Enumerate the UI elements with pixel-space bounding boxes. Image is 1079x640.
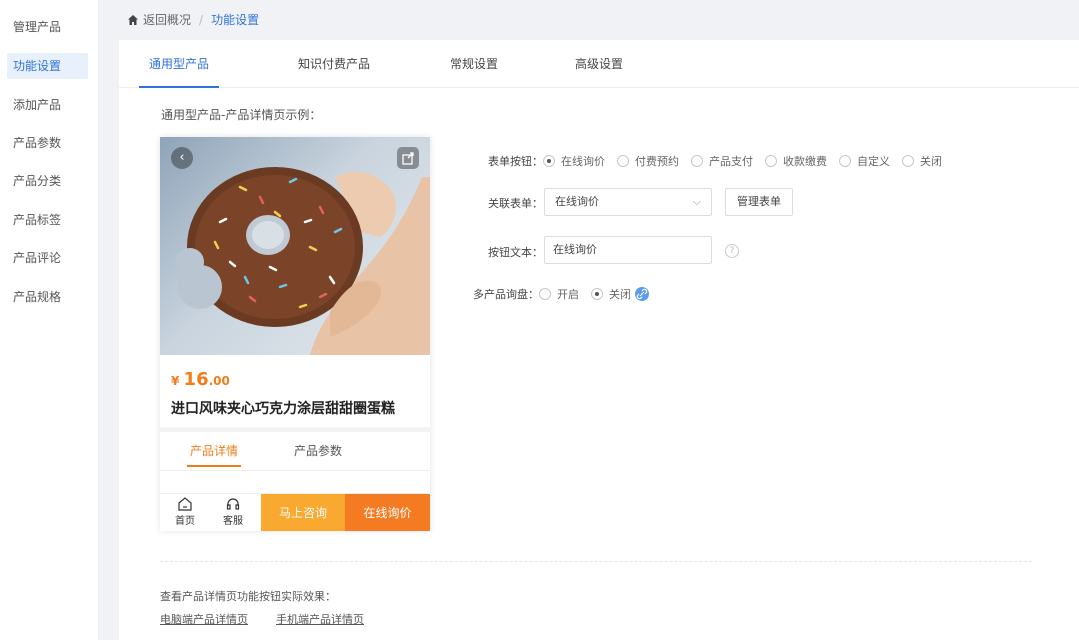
- button-text-label: 按钮文本：: [488, 246, 543, 259]
- sidebar-item-product-reviews[interactable]: 产品评论: [7, 245, 88, 271]
- sidebar-item-product-specs[interactable]: 产品规格: [7, 284, 88, 310]
- chevron-left-icon: ‹: [179, 150, 185, 165]
- breadcrumb-back-link[interactable]: 返回概况: [143, 11, 191, 28]
- sidebar: 管理产品 功能设置 添加产品 产品参数 产品分类 产品标签 产品评论 产品规格: [0, 0, 99, 640]
- back-button[interactable]: ‹: [171, 147, 193, 169]
- sidebar-item-feature-settings[interactable]: 功能设置: [7, 53, 88, 79]
- preview-bottom-bar: 首页 客服 马上咨询 在线询价: [160, 493, 430, 531]
- home-icon[interactable]: [127, 14, 139, 26]
- preview-tab-details[interactable]: 产品详情: [186, 432, 242, 470]
- multi-inquiry-label: 多产品询盘：: [473, 288, 539, 301]
- radio-product-payment[interactable]: 产品支付: [691, 153, 753, 169]
- linked-form-value: 在线询价: [555, 195, 599, 208]
- home-outline-icon: [178, 497, 192, 511]
- button-text-input[interactable]: 在线询价: [544, 236, 712, 264]
- help-icon[interactable]: ?: [725, 244, 739, 258]
- linked-form-select[interactable]: 在线询价 ⌵: [544, 188, 712, 216]
- headset-icon: [226, 498, 240, 510]
- online-inquiry-button[interactable]: 在线询价: [345, 494, 430, 531]
- radio-collect-payment[interactable]: 收款缴费: [765, 153, 827, 169]
- tab-general-settings[interactable]: 常规设置: [439, 40, 509, 88]
- chevron-down-icon: ⌵: [692, 195, 701, 208]
- home-nav-label: 首页: [175, 516, 195, 527]
- share-button[interactable]: [397, 147, 419, 169]
- breadcrumb: 返回概况 / 功能设置: [127, 11, 259, 28]
- consult-now-button[interactable]: 马上咨询: [261, 494, 345, 531]
- sidebar-item-product-tags[interactable]: 产品标签: [7, 207, 88, 233]
- mobile-detail-link[interactable]: 手机端产品详情页: [276, 611, 364, 627]
- sidebar-item-add-product[interactable]: 添加产品: [7, 92, 88, 118]
- section-title: 通用型产品-产品详情页示例：: [161, 108, 322, 122]
- tab-general-product[interactable]: 通用型产品: [139, 40, 219, 88]
- tab-bar: 通用型产品 知识付费产品 常规设置 高级设置: [119, 40, 1079, 88]
- product-detail-preview: ‹ ¥ 16.00 进口风味夹心巧克力涂层甜甜圈蛋糕 产品详情 产品参数 首页 …: [160, 137, 430, 531]
- form-button-row: 表单按钮： 在线询价 付费预约 产品支付 收款缴费 自定义 关闭: [483, 153, 954, 169]
- service-nav-button[interactable]: 客服: [218, 496, 248, 527]
- product-price: ¥ 16.00: [171, 369, 230, 390]
- price-currency: ¥: [171, 374, 180, 388]
- linked-form-label: 关联表单：: [488, 197, 543, 210]
- price-integer: 16: [183, 369, 209, 390]
- sidebar-item-product-params[interactable]: 产品参数: [7, 130, 88, 156]
- divider: [160, 561, 1032, 562]
- home-nav-button[interactable]: 首页: [170, 496, 200, 527]
- breadcrumb-separator: /: [199, 12, 204, 27]
- sidebar-item-product-category[interactable]: 产品分类: [7, 168, 88, 194]
- breadcrumb-current: 功能设置: [211, 13, 260, 27]
- price-decimal: .00: [208, 374, 230, 388]
- multi-inquiry-row: 多产品询盘： 开启 关闭: [473, 286, 649, 302]
- radio-close[interactable]: 关闭: [902, 153, 942, 169]
- footer-title: 查看产品详情页功能按钮实际效果：: [160, 590, 336, 603]
- manage-form-button[interactable]: 管理表单: [725, 188, 793, 216]
- sidebar-item-manage-products[interactable]: 管理产品: [7, 14, 88, 40]
- content-panel: 通用型产品 知识付费产品 常规设置 高级设置 通用型产品-产品详情页示例： ‹ …: [119, 40, 1079, 640]
- divider: [160, 470, 430, 471]
- preview-tab-params[interactable]: 产品参数: [294, 432, 342, 470]
- radio-multi-close[interactable]: 关闭: [591, 286, 631, 302]
- pc-detail-link[interactable]: 电脑端产品详情页: [160, 611, 248, 627]
- linked-form-row: 关联表单：: [483, 195, 543, 211]
- link-icon[interactable]: [635, 287, 649, 301]
- product-name: 进口风味夹心巧克力涂层甜甜圈蛋糕: [171, 401, 395, 417]
- product-image: ‹: [160, 137, 430, 355]
- share-icon: [402, 152, 414, 165]
- radio-online-inquiry[interactable]: 在线询价: [543, 153, 605, 169]
- form-button-label: 表单按钮：: [488, 155, 543, 168]
- button-text-row: 按钮文本：: [483, 244, 543, 260]
- service-nav-label: 客服: [223, 516, 243, 527]
- radio-paid-booking[interactable]: 付费预约: [617, 153, 679, 169]
- radio-multi-open[interactable]: 开启: [539, 286, 579, 302]
- tab-advanced-settings[interactable]: 高级设置: [564, 40, 634, 88]
- tab-knowledge-product[interactable]: 知识付费产品: [289, 40, 379, 88]
- radio-custom[interactable]: 自定义: [839, 153, 890, 169]
